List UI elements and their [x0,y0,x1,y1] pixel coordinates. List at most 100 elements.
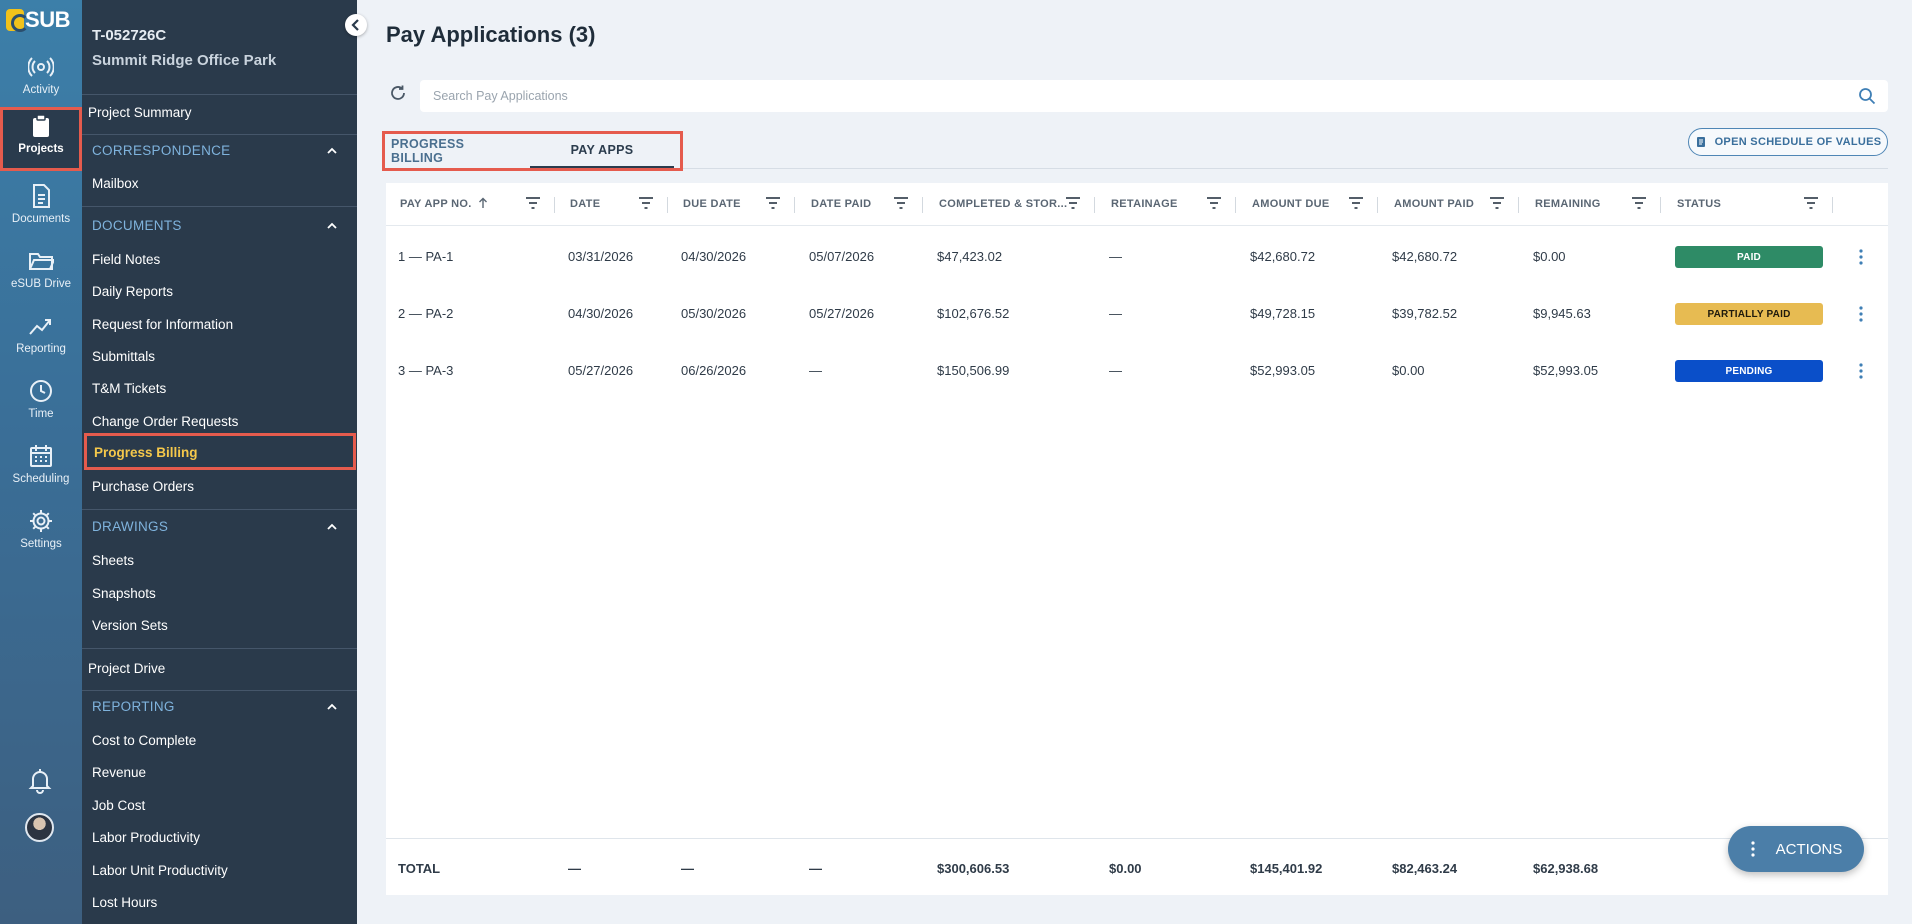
nav-labor-productivity[interactable]: Labor Productivity [92,830,200,845]
cell-completed: $150,506.99 [937,363,1010,378]
table-row[interactable]: 3 — PA-3 05/27/2026 06/26/2026 — $150,50… [386,343,1888,399]
sov-button-label: OPEN SCHEDULE OF VALUES [1714,136,1882,148]
chevron-up-icon[interactable] [327,702,337,712]
nav-request-for-information[interactable]: Request for Information [92,317,233,332]
total-due-date: — [681,861,694,876]
filter-icon[interactable] [1066,197,1080,209]
col-retainage[interactable]: RETAINAGE [1111,198,1178,210]
nav-project-summary[interactable]: Project Summary [88,105,192,120]
nav-tm-tickets[interactable]: T&M Tickets [92,381,166,396]
col-status[interactable]: STATUS [1677,198,1721,210]
nav-lost-hours[interactable]: Lost Hours [92,895,157,910]
col-amount-paid[interactable]: AMOUNT PAID [1394,198,1474,210]
nav-mailbox[interactable]: Mailbox [92,176,139,191]
open-schedule-of-values-button[interactable]: OPEN SCHEDULE OF VALUES [1688,128,1888,156]
cell-date-paid: — [809,363,822,378]
nav-field-notes[interactable]: Field Notes [92,252,160,267]
nav-job-cost[interactable]: Job Cost [92,798,145,813]
more-vert-icon[interactable] [1858,363,1864,379]
trend-icon [29,319,51,335]
chevron-up-icon[interactable] [327,522,337,532]
filter-icon[interactable] [894,197,908,209]
collapse-nav-button[interactable] [345,14,367,36]
column-divider [1832,197,1833,213]
filter-icon[interactable] [766,197,780,209]
nav-sheets[interactable]: Sheets [92,553,134,568]
more-vert-icon[interactable] [1858,306,1864,322]
bell-icon[interactable] [26,766,54,794]
cell-amount-paid: $39,782.52 [1392,306,1458,321]
table-row[interactable]: 2 — PA-2 04/30/2026 05/30/2026 05/27/202… [386,286,1888,342]
nav-revenue[interactable]: Revenue [92,765,146,780]
user-avatar[interactable] [25,813,54,842]
rail-label: Projects [18,143,64,155]
nav-labor-unit-productivity[interactable]: Labor Unit Productivity [92,863,228,878]
nav-project-drive[interactable]: Project Drive [88,661,165,676]
esub-logo[interactable]: SUB [6,7,70,32]
filter-icon[interactable] [1804,197,1818,209]
sort-ascending-icon[interactable] [478,197,488,209]
filter-icon[interactable] [526,197,540,209]
search-icon[interactable] [1858,87,1876,105]
esub-logo-mark [6,9,30,32]
filter-icon[interactable] [639,197,653,209]
rail-label: Activity [22,84,60,96]
total-amount-paid: $82,463.24 [1392,861,1458,876]
col-remaining[interactable]: REMAINING [1535,198,1601,210]
rail-item-settings[interactable]: Settings [0,502,82,562]
rail-item-activity[interactable]: Activity [0,48,82,108]
more-vert-icon[interactable] [1858,249,1864,265]
nav-divider [82,690,357,691]
refresh-icon[interactable] [389,84,407,102]
chevron-up-icon[interactable] [327,221,337,231]
nav-snapshots[interactable]: Snapshots [92,586,156,601]
total-label: TOTAL [398,861,441,876]
col-date-paid[interactable]: DATE PAID [811,198,871,210]
nav-section-documents[interactable]: DOCUMENTS [92,218,182,233]
filter-icon[interactable] [1207,197,1221,209]
actions-button[interactable]: ACTIONS [1728,826,1864,872]
col-pay-app-no[interactable]: PAY APP NO. [400,198,472,210]
nav-progress-billing-label: Progress Billing [94,445,198,460]
nav-purchase-orders[interactable]: Purchase Orders [92,479,194,494]
nav-submittals[interactable]: Submittals [92,349,155,364]
rail-item-time[interactable]: Time [0,372,82,432]
column-divider [667,197,668,213]
cell-date-paid: 05/07/2026 [809,249,875,264]
nav-change-order-requests[interactable]: Change Order Requests [92,414,238,429]
rail-item-scheduling[interactable]: Scheduling [0,437,82,497]
rail-label: Scheduling [12,473,70,485]
folder-icon [29,253,54,270]
nav-section-reporting[interactable]: REPORTING [92,699,175,714]
rail-item-esub-drive[interactable]: eSUB Drive [0,242,82,302]
nav-version-sets[interactable]: Version Sets [92,618,168,633]
nav-section-correspondence[interactable]: CORRESPONDENCE [92,143,230,158]
nav-daily-reports[interactable]: Daily Reports [92,284,173,299]
document-icon [1696,137,1705,147]
search-bar [420,80,1888,112]
col-completed-stored[interactable]: COMPLETED & STOR... [939,198,1067,210]
rail-item-documents[interactable]: Documents [0,177,82,237]
col-due-date[interactable]: DUE DATE [683,198,741,210]
filter-icon[interactable] [1632,197,1646,209]
chevron-up-icon[interactable] [327,146,337,156]
tab-progress-billing[interactable]: PROGRESS BILLING [391,134,511,168]
nav-divider [82,648,357,649]
rail-item-reporting[interactable]: Reporting [0,307,82,367]
tab-pay-apps[interactable]: PAY APPS [530,134,674,168]
filter-icon[interactable] [1349,197,1363,209]
rail-label: Settings [20,538,62,550]
cell-date-paid: 05/27/2026 [809,306,875,321]
rail-label: Documents [11,213,71,225]
filter-icon[interactable] [1490,197,1504,209]
rail-item-projects[interactable]: Projects [0,107,82,171]
project-nav: T-052726C Summit Ridge Office Park Proje… [82,0,357,924]
col-amount-due[interactable]: AMOUNT DUE [1252,198,1330,210]
nav-cost-to-complete[interactable]: Cost to Complete [92,733,196,748]
search-input[interactable] [420,80,1820,112]
col-date[interactable]: DATE [570,198,600,210]
table-row[interactable]: 1 — PA-1 03/31/2026 04/30/2026 05/07/202… [386,229,1888,285]
nav-progress-billing[interactable]: Progress Billing [84,433,356,470]
nav-section-drawings[interactable]: DRAWINGS [92,519,168,534]
cell-retainage: — [1109,363,1122,378]
